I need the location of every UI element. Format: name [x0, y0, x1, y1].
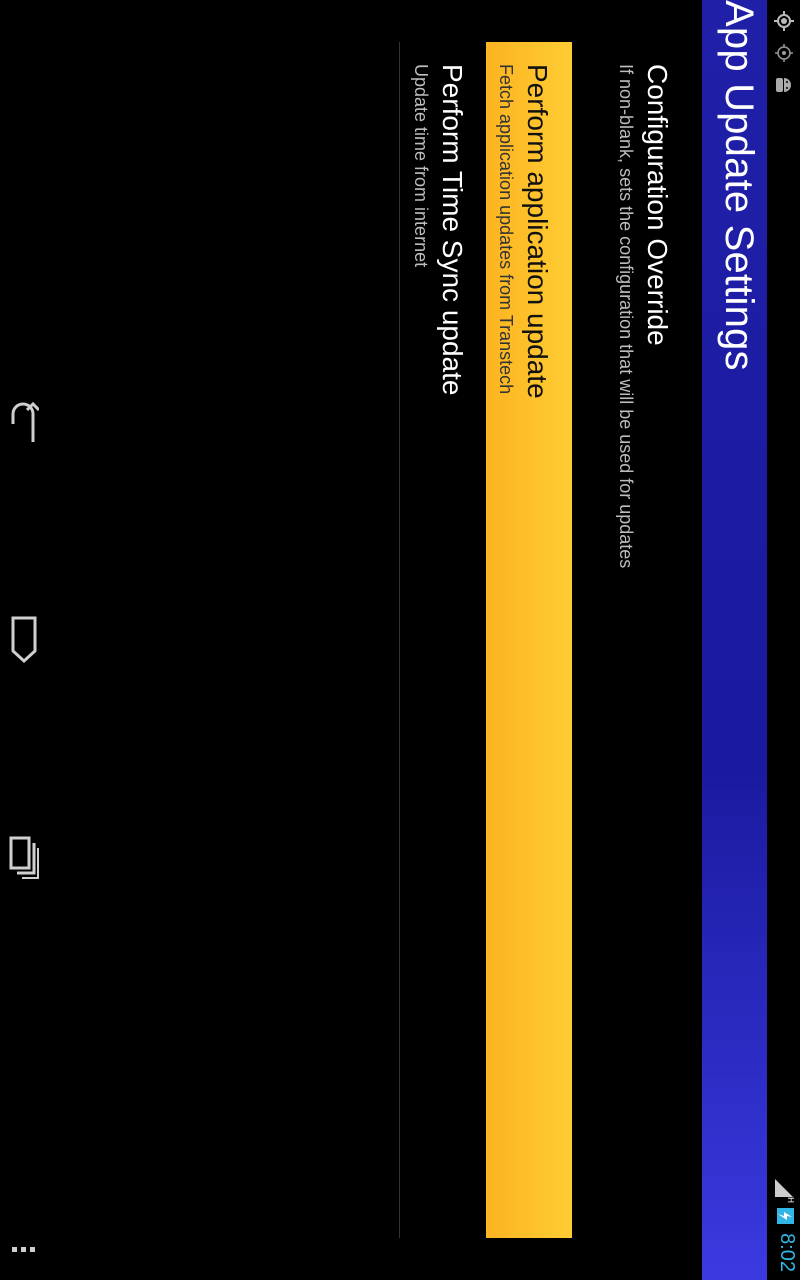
overflow-menu-button[interactable]: [10, 1236, 38, 1262]
back-icon: [11, 401, 39, 442]
signal-icon: H: [775, 1177, 798, 1203]
notification-icons: [773, 10, 795, 96]
network-type: H: [787, 1197, 796, 1203]
preference-list: Configuration Override If non-blank, set…: [400, 42, 702, 1238]
pref-summary: Update time from internet: [411, 64, 431, 268]
system-icons: H 8:02: [775, 1177, 798, 1272]
page-title: App Update Settings: [717, 0, 761, 371]
pref-title: Configuration Override: [642, 64, 673, 346]
pref-perform-application-update[interactable]: Perform application update Fetch applica…: [486, 42, 572, 1238]
pref-title: Perform Time Sync update: [437, 64, 468, 396]
clock: 8:02: [776, 1233, 798, 1272]
pref-summary: Fetch application updates from Transtech: [496, 64, 516, 395]
location-icon: [773, 42, 795, 64]
recent-apps-icon: [9, 836, 39, 879]
pref-perform-time-sync-update[interactable]: Perform Time Sync update Update time fro…: [400, 42, 486, 1238]
home-button[interactable]: [2, 612, 46, 668]
screen: H 8:02 App Update Settings Configuration…: [0, 0, 800, 1280]
android-icon: [773, 74, 795, 96]
gps-icon: [773, 10, 795, 32]
pref-configuration-override[interactable]: Configuration Override If non-blank, set…: [572, 42, 702, 1238]
navigation-bar: [0, 0, 48, 1280]
back-button[interactable]: [2, 395, 46, 451]
overflow-menu-icon: [30, 1246, 36, 1252]
action-bar: App Update Settings: [702, 0, 767, 1280]
pref-title: Perform application update: [522, 64, 553, 399]
list-divider: [399, 42, 400, 1238]
home-icon: [11, 616, 37, 664]
pref-summary: If non-blank, sets the configuration tha…: [616, 64, 636, 569]
battery-charging-icon: [776, 1205, 798, 1227]
status-bar: H 8:02: [767, 0, 800, 1280]
recent-apps-button[interactable]: [2, 830, 46, 886]
